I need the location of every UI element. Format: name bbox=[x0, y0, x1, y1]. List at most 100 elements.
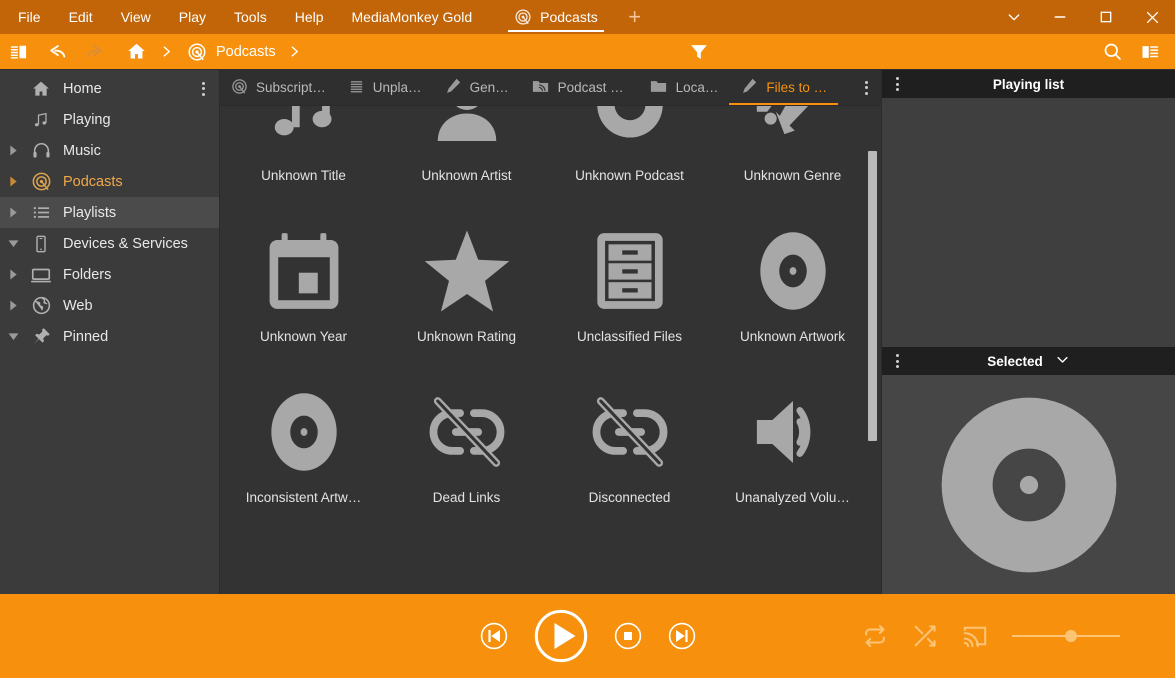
list-lines-glyph bbox=[350, 80, 362, 92]
stop-button[interactable] bbox=[612, 620, 644, 652]
redo-button[interactable] bbox=[76, 34, 114, 70]
tile-disconnected[interactable]: Disconnected bbox=[548, 370, 711, 531]
tile-label: Unknown Podcast bbox=[575, 168, 684, 183]
panel-layout-button[interactable] bbox=[1131, 34, 1169, 70]
tab-locations[interactable]: Loca… bbox=[638, 70, 730, 105]
navigation-sidebar: Home Playing Music Podcasts Playlists De… bbox=[0, 70, 220, 594]
tab-genres[interactable]: Gen… bbox=[433, 70, 520, 105]
main-body: Home Playing Music Podcasts Playlists De… bbox=[0, 70, 1175, 594]
selected-artwork-area[interactable] bbox=[882, 375, 1175, 594]
tile-label: Unknown Year bbox=[259, 329, 348, 344]
home-icon bbox=[128, 43, 145, 59]
tile-unknown-year[interactable]: Unknown Year bbox=[222, 209, 385, 370]
sidebar-item-playing[interactable]: Playing bbox=[0, 104, 219, 135]
menu-file[interactable]: File bbox=[4, 0, 55, 34]
selected-dropdown-button[interactable] bbox=[1055, 352, 1070, 370]
tile-unclassified-files[interactable]: Unclassified Files bbox=[548, 209, 711, 370]
previous-track-button[interactable] bbox=[478, 620, 510, 652]
breadcrumb-podcasts[interactable]: Podcasts bbox=[179, 37, 282, 67]
next-track-button[interactable] bbox=[666, 620, 698, 652]
selected-kebab-button[interactable] bbox=[882, 354, 912, 368]
expand-arrow-podcasts[interactable] bbox=[0, 176, 26, 187]
collapse-arrow-devices[interactable] bbox=[0, 239, 26, 248]
undo-button[interactable] bbox=[38, 34, 76, 70]
sidebar-item-podcasts-label: Podcasts bbox=[63, 173, 123, 190]
tab-podcast-directories-label: Podcast Direct… bbox=[557, 80, 627, 95]
tile-unknown-podcast[interactable]: Unknown Podcast bbox=[548, 106, 711, 209]
menu-mediamonkey-gold[interactable]: MediaMonkey Gold bbox=[338, 0, 487, 34]
play-button[interactable] bbox=[532, 607, 590, 665]
sidebar-item-music[interactable]: Music bbox=[0, 135, 219, 166]
sidebar-item-folders[interactable]: Folders bbox=[0, 259, 219, 290]
sidebar-item-music-label: Music bbox=[63, 142, 101, 159]
volume-thumb[interactable] bbox=[1065, 630, 1078, 642]
expand-arrow-web[interactable] bbox=[0, 300, 26, 311]
sidebar-item-podcasts[interactable]: Podcasts bbox=[0, 166, 219, 197]
menu-play[interactable]: Play bbox=[165, 0, 220, 34]
expand-arrow-music[interactable] bbox=[0, 145, 26, 156]
tile-inconsistent-artwork[interactable]: Inconsistent Artw… bbox=[222, 370, 385, 531]
filter-button[interactable] bbox=[680, 34, 718, 70]
list-glyph bbox=[33, 206, 49, 219]
repeat-button[interactable] bbox=[862, 623, 888, 649]
stop-icon bbox=[614, 622, 641, 650]
search-button[interactable] bbox=[1093, 34, 1131, 70]
tab-subscriptions[interactable]: Subscript… bbox=[220, 70, 337, 105]
content-scrollbar[interactable] bbox=[866, 106, 879, 594]
tile-dead-links[interactable]: Dead Links bbox=[385, 370, 548, 531]
title-bar: File Edit View Play Tools Help MediaMonk… bbox=[0, 0, 1175, 34]
tile-unknown-genre[interactable]: Unknown Genre bbox=[711, 106, 874, 209]
window-minimize-button[interactable] bbox=[1037, 0, 1083, 34]
content-scrollbar-thumb[interactable] bbox=[868, 151, 877, 441]
sidebar-item-web[interactable]: Web bbox=[0, 290, 219, 321]
breadcrumb-separator-2[interactable] bbox=[284, 45, 306, 58]
volume-slider[interactable] bbox=[1012, 626, 1120, 646]
tab-files-to-edit[interactable]: Files to … bbox=[729, 70, 838, 105]
shuffle-button[interactable] bbox=[912, 623, 938, 649]
star-icon bbox=[419, 223, 515, 319]
playing-list-title: Playing list bbox=[992, 76, 1065, 92]
tab-locations-label: Loca… bbox=[675, 80, 719, 95]
filter-icon bbox=[691, 44, 708, 59]
window-more-button[interactable] bbox=[991, 0, 1037, 34]
playing-list-body[interactable] bbox=[882, 98, 1175, 347]
pencil-icon bbox=[740, 77, 758, 98]
chevron-right-icon bbox=[9, 269, 17, 280]
sidebar-item-pinned[interactable]: Pinned bbox=[0, 321, 219, 352]
new-tab-button[interactable]: + bbox=[614, 0, 656, 34]
sidebar-home-kebab-button[interactable] bbox=[195, 73, 211, 104]
sidebar-item-playlists[interactable]: Playlists bbox=[0, 197, 219, 228]
tile-unknown-title[interactable]: Unknown Title bbox=[222, 106, 385, 209]
folder-glyph bbox=[650, 80, 666, 92]
pencil-icon bbox=[444, 77, 462, 98]
content-tabs-kebab-button[interactable] bbox=[851, 70, 881, 105]
breadcrumb-home[interactable] bbox=[118, 37, 153, 67]
collapse-arrow-pinned[interactable] bbox=[0, 332, 26, 341]
window-maximize-button[interactable] bbox=[1083, 0, 1129, 34]
globe-icon bbox=[26, 295, 56, 316]
expand-arrow-folders[interactable] bbox=[0, 269, 26, 280]
sidebar-item-devices-services[interactable]: Devices & Services bbox=[0, 228, 219, 259]
expand-arrow-playlists[interactable] bbox=[0, 207, 26, 218]
window-close-button[interactable] bbox=[1129, 0, 1175, 34]
cast-button[interactable] bbox=[962, 623, 988, 649]
sidebar-item-home[interactable]: Home bbox=[0, 73, 219, 104]
podcast-icon bbox=[26, 171, 56, 192]
tile-unanalyzed-volume[interactable]: Unanalyzed Volu… bbox=[711, 370, 874, 531]
tile-unknown-rating[interactable]: Unknown Rating bbox=[385, 209, 548, 370]
chevron-down-icon bbox=[1057, 356, 1068, 363]
menu-tools[interactable]: Tools bbox=[220, 0, 281, 34]
sidebar-toggle-button[interactable] bbox=[0, 34, 38, 70]
menu-view[interactable]: View bbox=[107, 0, 165, 34]
tab-unplayed[interactable]: Unpla… bbox=[337, 70, 433, 105]
selected-header: Selected bbox=[882, 347, 1175, 375]
tile-unknown-artist[interactable]: Unknown Artist bbox=[385, 106, 548, 209]
playing-list-kebab-button[interactable] bbox=[882, 77, 912, 91]
tab-subscriptions-label: Subscript… bbox=[256, 80, 326, 95]
menu-help[interactable]: Help bbox=[281, 0, 338, 34]
window-tab-podcasts[interactable]: Podcasts bbox=[498, 0, 614, 34]
menu-edit[interactable]: Edit bbox=[55, 0, 107, 34]
tile-unknown-artwork[interactable]: Unknown Artwork bbox=[711, 209, 874, 370]
tab-podcast-directories[interactable]: Podcast Direct… bbox=[520, 70, 638, 105]
chevron-down-icon bbox=[8, 240, 18, 248]
